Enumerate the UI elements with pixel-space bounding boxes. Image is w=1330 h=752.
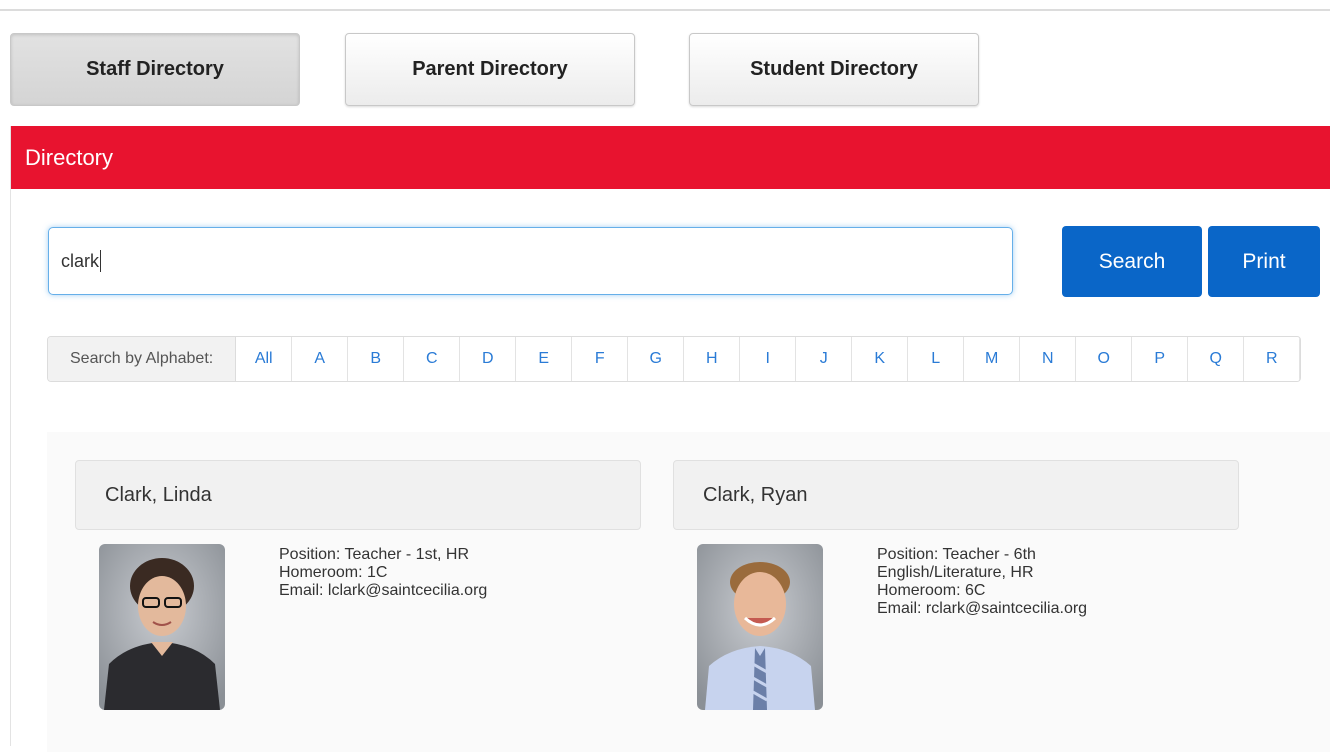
alphabet-letter-p[interactable]: P [1132, 337, 1189, 381]
staff-name: Clark, Ryan [673, 460, 1239, 530]
panel-title: Directory [11, 126, 1330, 189]
staff-details: Position: Teacher - 1st, HR Homeroom: 1C… [279, 546, 609, 600]
top-divider [0, 9, 1330, 11]
alphabet-letter-e[interactable]: E [516, 337, 573, 381]
staff-email[interactable]: Email: rclark@saintcecilia.org [877, 600, 1207, 618]
alphabet-letter-m[interactable]: M [964, 337, 1021, 381]
print-button[interactable]: Print [1208, 226, 1320, 297]
search-button[interactable]: Search [1062, 226, 1202, 297]
search-input[interactable]: clark [48, 227, 1013, 295]
text-caret [100, 250, 102, 272]
staff-photo-image [697, 544, 823, 710]
alphabet-filter-label: Search by Alphabet: [48, 337, 237, 381]
staff-card: Clark, Ryan Position: Teacher - 6th Engl… [673, 460, 1239, 710]
alphabet-letter-n[interactable]: N [1020, 337, 1077, 381]
tab-student-directory[interactable]: Student Directory [689, 33, 979, 106]
alphabet-letter-o[interactable]: O [1076, 337, 1133, 381]
alphabet-letter-i[interactable]: I [740, 337, 797, 381]
alphabet-letter-d[interactable]: D [460, 337, 517, 381]
staff-photo [697, 544, 823, 710]
staff-position: Position: Teacher - 1st, HR [279, 546, 470, 563]
staff-photo [99, 544, 225, 710]
search-input-value: clark [61, 250, 100, 271]
alphabet-letter-h[interactable]: H [684, 337, 741, 381]
alphabet-letter-q[interactable]: Q [1188, 337, 1245, 381]
alphabet-letter-g[interactable]: G [628, 337, 685, 381]
alphabet-letter-l[interactable]: L [908, 337, 965, 381]
alphabet-letter-f[interactable]: F [572, 337, 629, 381]
staff-homeroom: Homeroom: 6C [877, 582, 986, 599]
staff-details: Position: Teacher - 6th English/Literatu… [877, 546, 1207, 618]
alphabet-letter-b[interactable]: B [348, 337, 405, 381]
staff-position-cont: English/Literature, HR [877, 564, 1034, 581]
tab-parent-directory[interactable]: Parent Directory [345, 33, 635, 106]
alphabet-letter-k[interactable]: K [852, 337, 909, 381]
alphabet-filter: Search by Alphabet: All A B C D E F G H … [47, 336, 1302, 382]
alphabet-letter-j[interactable]: J [796, 337, 853, 381]
directory-panel: Directory clark Search Print Search by A… [10, 126, 1330, 752]
staff-photo-image [99, 544, 225, 710]
results-area: Clark, Linda Position: Teacher - 1st, HR… [47, 432, 1330, 752]
staff-email[interactable]: Email: lclark@saintcecilia.org [279, 582, 609, 600]
alphabet-letter-a[interactable]: A [292, 337, 349, 381]
staff-homeroom: Homeroom: 1C [279, 564, 388, 581]
alphabet-letter-c[interactable]: C [404, 337, 461, 381]
staff-card: Clark, Linda Position: Teacher - 1st, HR… [75, 460, 641, 710]
tab-staff-directory[interactable]: Staff Directory [10, 33, 300, 106]
alphabet-letter-all[interactable]: All [236, 337, 293, 381]
alphabet-letter-r[interactable]: R [1244, 337, 1301, 381]
staff-position: Position: Teacher - 6th [877, 546, 1036, 563]
staff-name: Clark, Linda [75, 460, 641, 530]
